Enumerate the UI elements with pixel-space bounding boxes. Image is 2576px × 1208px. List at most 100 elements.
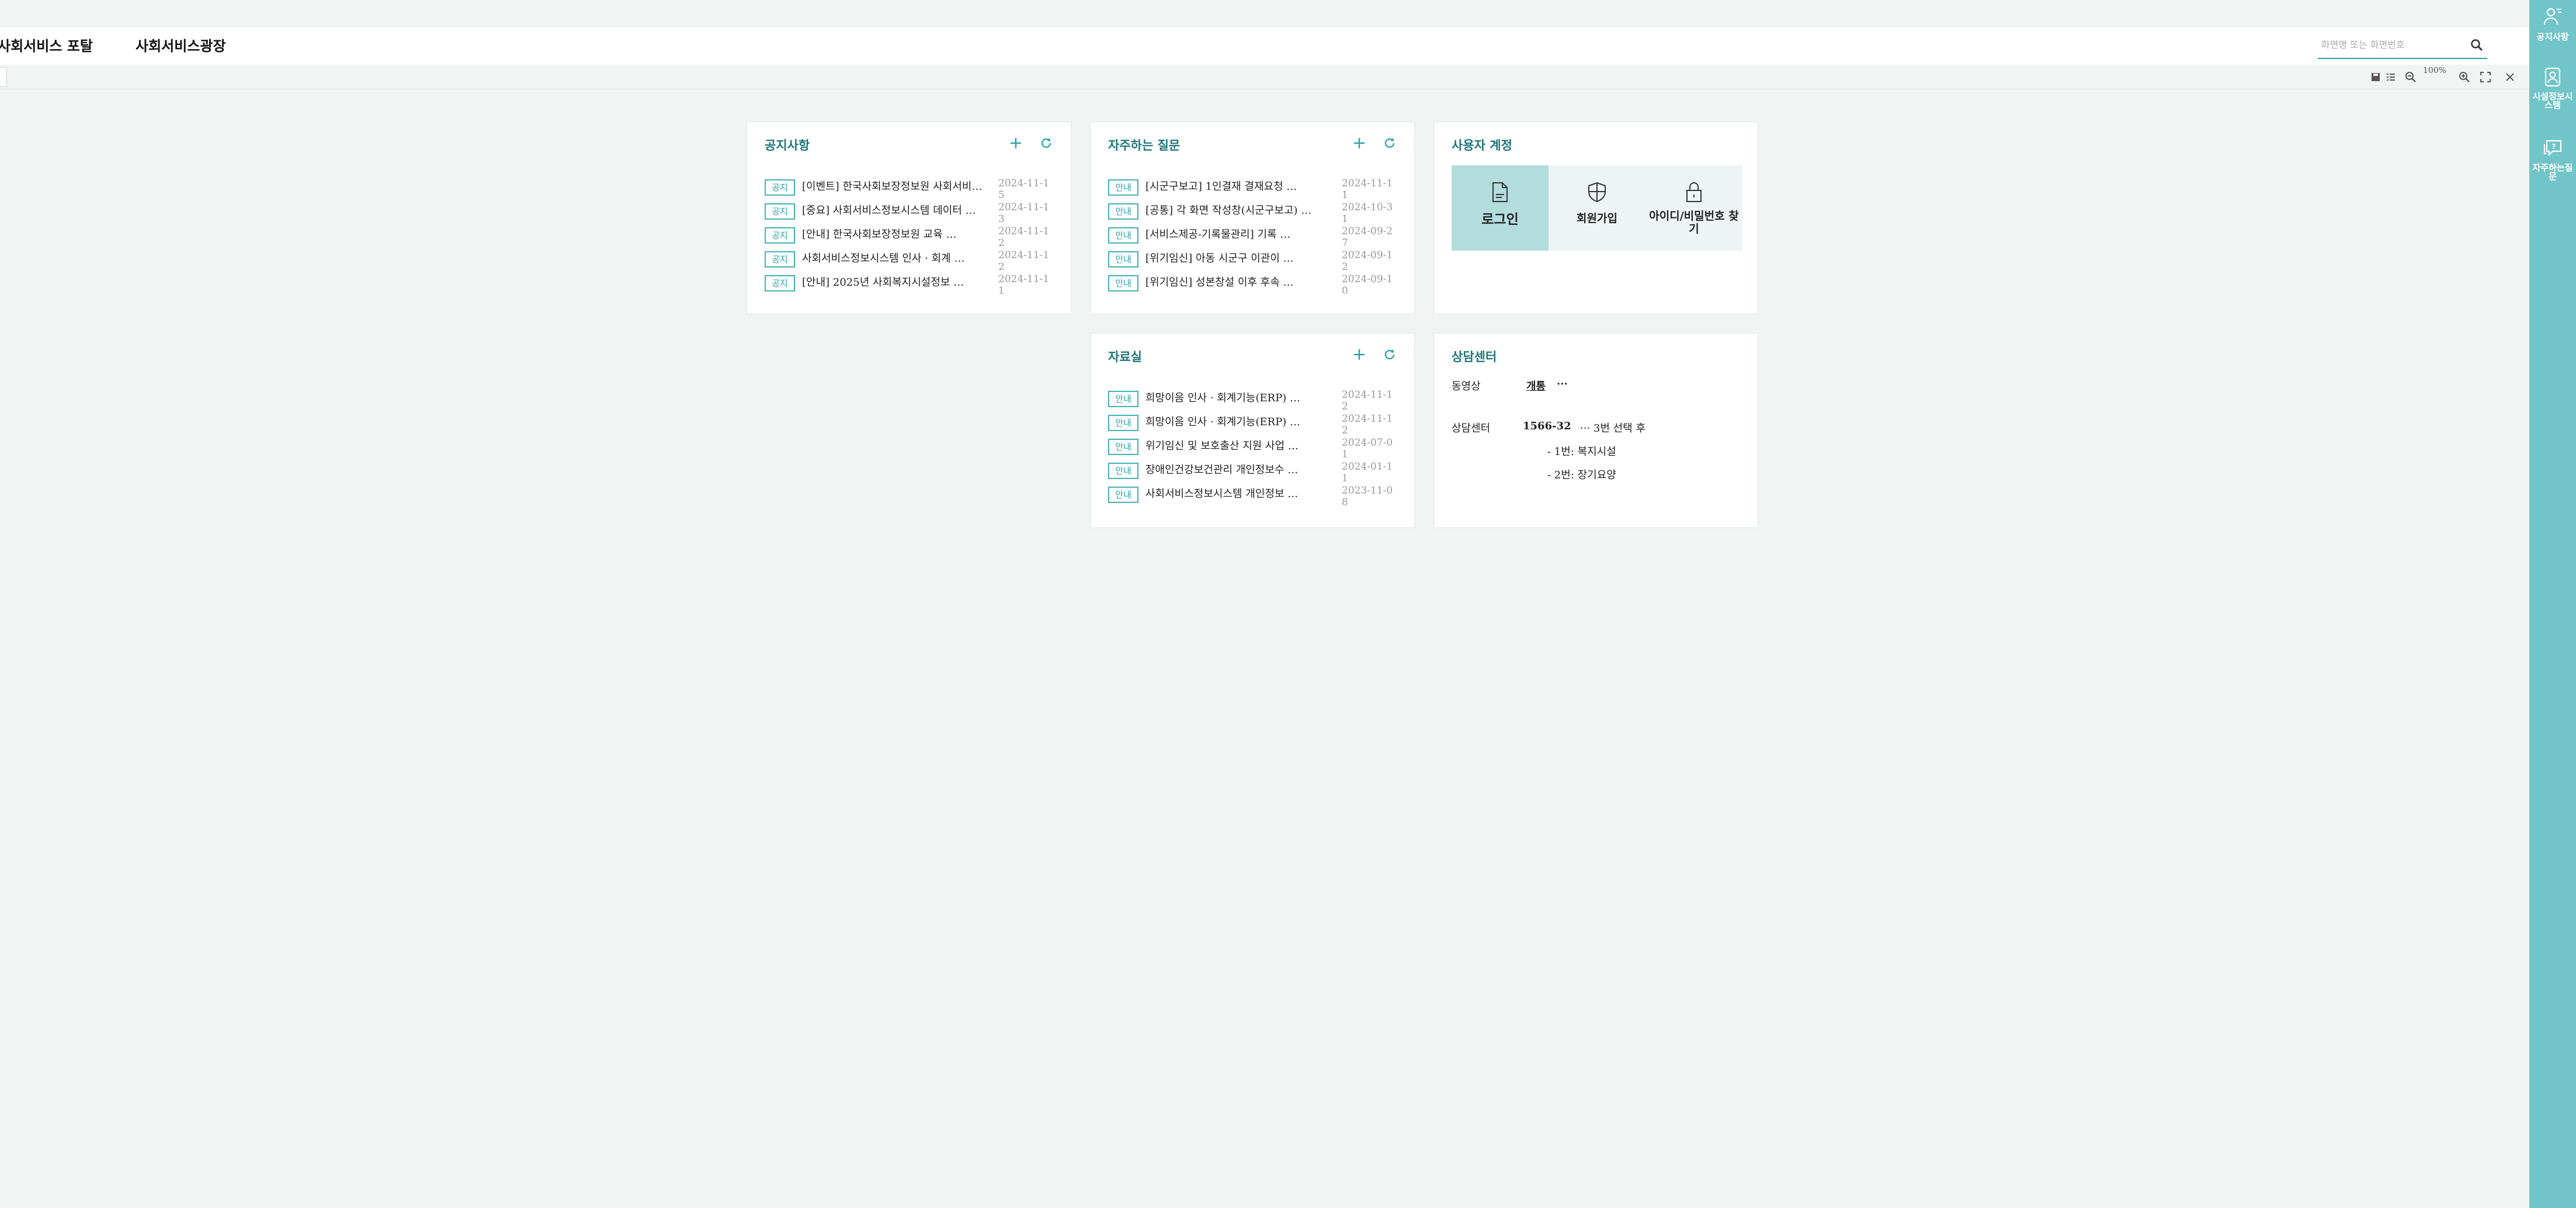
plus-icon[interactable]	[1351, 135, 1367, 151]
sidebar-item-label: 공지사항	[2536, 32, 2569, 42]
right-sidebar: 공지사항 시설정보시스템 ? 자주하는질문	[2529, 0, 2576, 1208]
list-item-title[interactable]: [안내] 한국사회보장정보원 교육 …	[802, 227, 984, 242]
list-item-title[interactable]: [위기임신] 아동 시군구 이관이 …	[1145, 251, 1328, 266]
list-item-title[interactable]: [공통] 각 화면 작성창(시군구보고) …	[1145, 203, 1328, 218]
list-item-title[interactable]: [위기임신] 성본창설 이후 후속 …	[1145, 275, 1328, 290]
list-item-date: 2024-11-12	[1342, 413, 1393, 434]
list-icon[interactable]	[2383, 70, 2398, 85]
sidebar-item-facility[interactable]: 시설정보시스템	[2529, 61, 2576, 119]
list-item[interactable]: 공지 [중요] 사회서비스정보시스템 데이터 … 2024-11-13	[765, 202, 1053, 226]
list-item-title[interactable]: [서비스제공-기록물관리] 기록 …	[1145, 227, 1328, 242]
refresh-icon[interactable]	[1381, 135, 1398, 151]
nav-item-portal[interactable]: 사회서비스 포탈	[0, 27, 93, 65]
tab-stub[interactable]	[0, 67, 7, 87]
list-item-date: 2024-11-12	[1342, 389, 1393, 410]
list-item-title[interactable]: 장애인건강보건관리 개인정보수 …	[1145, 463, 1328, 478]
list-item-date: 2024-09-27	[1342, 225, 1393, 247]
faq-badge: 안내	[1108, 251, 1138, 268]
list-item[interactable]: 안내 위기임신 및 보호출산 지원 사업 … 2024-07-01	[1108, 437, 1397, 461]
archive-badge: 안내	[1108, 487, 1138, 503]
notice-title: 공지사항	[765, 138, 810, 152]
list-item-date: 2024-11-11	[1342, 178, 1393, 199]
list-item[interactable]: 안내 희망이음 인사 · 회계기능(ERP) … 2024-11-12	[1108, 389, 1397, 414]
list-item-date: 2024-09-10	[1342, 273, 1393, 294]
list-item-title[interactable]: 희망이음 인사 · 회계기능(ERP) …	[1145, 415, 1328, 430]
faq-badge: 안내	[1108, 179, 1138, 196]
search-input[interactable]	[2321, 36, 2456, 53]
faq-badge: 안내	[1108, 275, 1138, 291]
login-label: 로그인	[1481, 211, 1519, 227]
archive-badge: 안내	[1108, 463, 1138, 479]
list-item[interactable]: 안내 [위기임신] 아동 시군구 이관이 … 2024-09-12	[1108, 249, 1397, 274]
account-buttons: 로그인 회원가입 아이디/비밀번호 찾기	[1452, 165, 1742, 251]
center-option-2: - 2번: 장기요양	[1547, 469, 1616, 481]
list-item[interactable]: 안내 [위기임신] 성본창설 이후 후속 … 2024-09-10	[1108, 273, 1397, 298]
list-item-title[interactable]: [중요] 사회서비스정보시스템 데이터 …	[802, 203, 984, 218]
list-item[interactable]: 안내 희망이음 인사 · 회계기능(ERP) … 2024-11-12	[1108, 413, 1397, 438]
list-item-title[interactable]: 사회서비스정보시스템 인사 · 회계 …	[802, 251, 984, 266]
refresh-icon[interactable]	[1038, 135, 1054, 151]
sidebar-item-faq[interactable]: ? 자주하는질문	[2529, 132, 2576, 196]
account-card: 사용자 계정 로그인 회원가입 아이디/비밀번호 찾기	[1433, 122, 1758, 314]
plus-icon[interactable]	[1351, 346, 1367, 363]
list-item-title[interactable]: [안내] 2025년 사회복지시설정보 …	[802, 275, 984, 290]
plus-icon[interactable]	[1008, 135, 1024, 151]
search-icon[interactable]	[2467, 36, 2486, 54]
video-more: ···	[1557, 378, 1568, 390]
close-icon[interactable]	[2502, 70, 2518, 85]
center-label: 상담센터	[1452, 422, 1491, 435]
find-id-password-button[interactable]: 아이디/비밀번호 찾기	[1645, 165, 1742, 251]
center-phone-rest: ··· 3번 선택 후	[1580, 422, 1646, 435]
toolbar: 100%	[0, 65, 2529, 89]
signup-button[interactable]: 회원가입	[1549, 165, 1645, 251]
save-icon[interactable]	[2368, 70, 2383, 85]
notice-badge: 공지	[765, 275, 795, 291]
list-item-title[interactable]: [시군구보고] 1인결재 결재요청 …	[1145, 179, 1328, 195]
list-item[interactable]: 공지 [안내] 한국사회보장정보원 교육 … 2024-11-12	[765, 225, 1053, 250]
zoom-out-icon[interactable]	[2403, 70, 2418, 85]
list-item-title[interactable]: 사회서비스정보시스템 개인정보 …	[1145, 487, 1328, 502]
chat-question-icon: ?	[2541, 137, 2564, 160]
signup-label: 회원가입	[1577, 212, 1617, 225]
sidebar-item-notice[interactable]: 공지사항	[2529, 0, 2576, 53]
archive-list: 안내 희망이음 인사 · 회계기능(ERP) … 2024-11-12 안내 희…	[1108, 389, 1397, 509]
list-item-date: 2024-11-12	[998, 249, 1050, 270]
list-item[interactable]: 안내 장애인건강보건관리 개인정보수 … 2024-01-11	[1108, 461, 1397, 485]
list-item[interactable]: 안내 [서비스제공-기록물관리] 기록 … 2024-09-27	[1108, 225, 1397, 250]
login-document-icon	[1488, 180, 1512, 204]
consult-card: 상담센터 동영상 개통 ··· 상담센터 1566-32 ··· 3번 선택 후…	[1433, 333, 1758, 528]
notice-card: 공지사항 공지 [이벤트] 한국사회보장정보원 사회서비스 … 2024-11-…	[747, 122, 1071, 314]
list-item-date: 2024-11-15	[998, 178, 1050, 199]
sidebar-item-label: 자주하는질문	[2532, 162, 2573, 182]
archive-badge: 안내	[1108, 439, 1138, 455]
list-item[interactable]: 공지 [이벤트] 한국사회보장정보원 사회서비스 … 2024-11-15	[765, 178, 1053, 202]
faq-card: 자주하는 질문 안내 [시군구보고] 1인결재 결재요청 … 2024-11-1…	[1090, 122, 1415, 314]
fullscreen-icon[interactable]	[2478, 70, 2493, 85]
top-header: 사회서비스 포탈 사회서비스광장	[0, 27, 2529, 65]
list-item-date: 2024-11-11	[998, 273, 1050, 294]
center-phone: 1566-32	[1523, 420, 1571, 432]
find-id-password-label: 아이디/비밀번호 찾기	[1649, 210, 1739, 235]
list-item-date: 2024-09-12	[1342, 249, 1393, 270]
refresh-icon[interactable]	[1381, 346, 1398, 363]
nav-item-plaza[interactable]: 사회서비스광장	[136, 27, 226, 65]
list-item[interactable]: 안내 [공통] 각 화면 작성창(시군구보고) … 2024-10-31	[1108, 202, 1397, 226]
list-item-date: 2024-10-31	[1342, 202, 1393, 223]
notice-badge: 공지	[765, 227, 795, 244]
list-item-title[interactable]: 위기임신 및 보호출산 지원 사업 …	[1145, 439, 1328, 454]
list-item[interactable]: 공지 [안내] 2025년 사회복지시설정보 … 2024-11-11	[765, 273, 1053, 298]
video-link[interactable]: 개통	[1526, 378, 1546, 393]
search-box	[2318, 31, 2487, 59]
list-item[interactable]: 안내 사회서비스정보시스템 개인정보 … 2023-11-08	[1108, 485, 1397, 509]
list-item-title[interactable]: [이벤트] 한국사회보장정보원 사회서비스 …	[802, 179, 984, 195]
zoom-in-icon[interactable]	[2457, 70, 2472, 85]
list-item[interactable]: 안내 [시군구보고] 1인결재 결재요청 … 2024-11-11	[1108, 178, 1397, 202]
login-button[interactable]: 로그인	[1452, 165, 1549, 251]
list-item-title[interactable]: 희망이음 인사 · 회계기능(ERP) …	[1145, 391, 1328, 406]
archive-title: 자료실	[1108, 349, 1142, 364]
notice-badge: 공지	[765, 179, 795, 196]
lock-icon	[1682, 180, 1706, 204]
list-item-date: 2024-01-11	[1342, 461, 1393, 482]
list-item[interactable]: 공지 사회서비스정보시스템 인사 · 회계 … 2024-11-12	[765, 249, 1053, 274]
consult-title: 상담센터	[1452, 349, 1497, 364]
